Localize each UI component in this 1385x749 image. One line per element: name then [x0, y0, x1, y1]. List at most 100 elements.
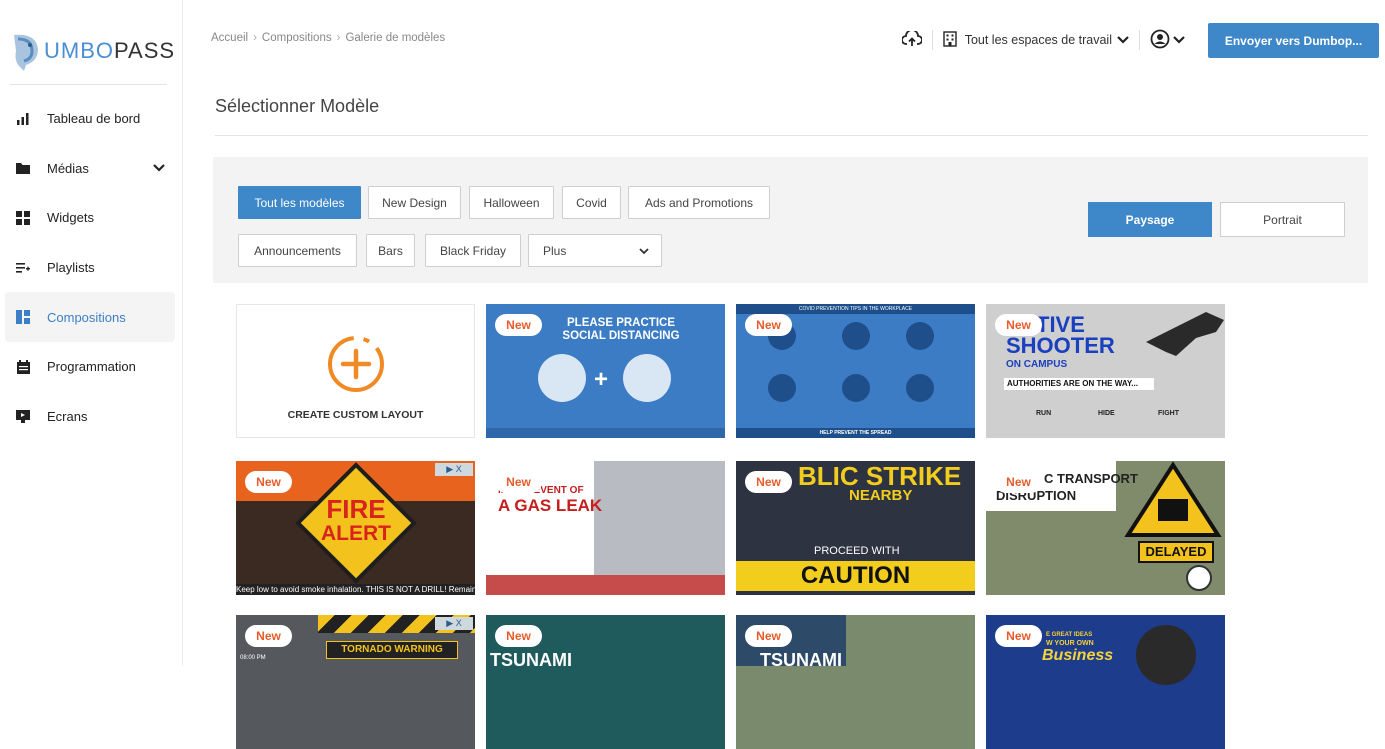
template-own-business[interactable]: New E GREAT IDEAS W YOUR OWN Business: [986, 615, 1225, 749]
divider: [931, 30, 933, 50]
breadcrumb-current: Galerie de modèles: [345, 32, 446, 44]
filter-new-design[interactable]: New Design: [368, 186, 461, 219]
user-avatar-icon[interactable]: [1150, 29, 1170, 52]
sidebar-item-compositions[interactable]: Compositions: [5, 292, 175, 342]
train-warning-icon: [1124, 461, 1222, 539]
template-text: W YOUR OWN: [1046, 640, 1094, 647]
handgun-icon: [1146, 312, 1224, 362]
tip-icon: [842, 374, 870, 402]
sidebar-item-widgets[interactable]: Widgets: [5, 193, 175, 243]
template-heading: BLIC STRIKE: [798, 461, 962, 491]
filter-ads-promotions[interactable]: Ads and Promotions: [628, 186, 770, 219]
building-icon: [942, 30, 957, 50]
breadcrumb-home[interactable]: Accueil: [211, 32, 248, 44]
dumbopass-logo[interactable]: UMBOPASS: [10, 28, 174, 74]
plus-icon: +: [594, 366, 609, 393]
template-heading: Business: [1042, 647, 1114, 664]
bar-chart-icon: [15, 111, 31, 127]
template-heading: A GAS LEAK: [498, 496, 603, 515]
playlist-icon: [15, 260, 31, 276]
sidebar-item-medias[interactable]: Médias: [5, 144, 175, 194]
tip-icon: [906, 374, 934, 402]
tip-icon: [842, 322, 870, 350]
template-tsunami-2[interactable]: New TSUNAMI: [736, 615, 975, 749]
tip-icon: [906, 322, 934, 350]
chevron-down-icon[interactable]: [1173, 33, 1185, 47]
filter-bars[interactable]: Bars: [366, 234, 415, 267]
template-notice: AUTHORITIES ARE ON THE WAY...: [1004, 378, 1154, 390]
new-badge: New: [495, 625, 542, 647]
person-photo: [1136, 625, 1196, 685]
page-title: Sélectionner Modèle: [215, 96, 380, 116]
portrait-button[interactable]: Portrait: [1220, 202, 1345, 237]
sidebar-item-playlists[interactable]: Playlists: [5, 243, 175, 293]
template-fire-alert[interactable]: ▶ X New FIRE ALERT Keep low to avoid smo…: [236, 461, 475, 595]
add-circle-icon: [325, 333, 387, 400]
filter-covid[interactable]: Covid: [562, 186, 621, 219]
sidebar-item-label: Playlists: [47, 260, 95, 276]
template-social-distancing[interactable]: New PLEASE PRACTICE SOCIAL DISTANCING +: [486, 304, 725, 438]
ad-close-icon[interactable]: ▶ X: [435, 617, 473, 630]
filter-panel: Tout les modèles New Design Halloween Co…: [213, 157, 1368, 283]
template-heading: PLEASE PRACTICE: [567, 317, 675, 329]
pipes-image: [594, 461, 725, 575]
sidebar-item-label: Compositions: [47, 309, 126, 325]
new-badge: New: [745, 471, 792, 493]
filter-announcements[interactable]: Announcements: [238, 234, 357, 267]
template-active-shooter[interactable]: New TIVE SHOOTER ON CAMPUS AUTHORITIES A…: [986, 304, 1225, 438]
create-custom-layout-label: CREATE CUSTOM LAYOUT: [287, 409, 424, 421]
breadcrumb-compositions[interactable]: Compositions: [262, 32, 332, 44]
new-badge: New: [995, 625, 1042, 647]
ticker-text: Keep low to avoid smoke inhalation. THIS…: [236, 584, 475, 595]
filter-halloween[interactable]: Halloween: [469, 186, 554, 219]
send-to-dumbopass-button[interactable]: Envoyer vers Dumbop...: [1208, 23, 1379, 58]
new-badge: New: [995, 314, 1042, 336]
create-custom-layout-card[interactable]: CREATE CUSTOM LAYOUT: [236, 304, 475, 438]
tip-icon: [768, 374, 796, 402]
chevron-down-icon[interactable]: [153, 160, 165, 175]
template-tsunami-1[interactable]: New TSUNAMI: [486, 615, 725, 749]
template-heading: TSUNAMI: [760, 650, 842, 670]
divider: [215, 135, 1368, 136]
filter-all-templates[interactable]: Tout les modèles: [238, 186, 361, 219]
template-heading: COVID PREVENTION TIPS IN THE WORKPLACE: [736, 304, 975, 314]
chevron-down-icon: [639, 244, 649, 258]
handwash-icon: [623, 354, 671, 402]
monitor-icon: [15, 408, 31, 424]
template-covid-prevention[interactable]: COVID PREVENTION TIPS IN THE WORKPLACE N…: [736, 304, 975, 438]
sidebar: UMBOPASS Tableau de bord Médias Widgets: [0, 0, 183, 666]
elephant-logo-icon: [10, 31, 42, 71]
template-text: E GREAT IDEAS: [1046, 632, 1093, 638]
ad-close-icon[interactable]: ▶ X: [435, 463, 473, 476]
clock-icon: [1186, 565, 1212, 591]
cloud-upload-icon[interactable]: [900, 28, 923, 50]
workspace-selector[interactable]: Tout les espaces de travail: [965, 33, 1112, 47]
sidebar-item-label: Ecrans: [47, 408, 88, 424]
template-tornado-warning[interactable]: ▶ X New TORNADO WARNING 08:00 PM: [236, 615, 475, 749]
template-public-strike[interactable]: New BLIC STRIKE NEARBY PROCEED WITH CAUT…: [736, 461, 975, 595]
top-header: Accueil › Compositions › Galerie de modèles …: [183, 0, 1385, 80]
people-icon: [538, 354, 586, 402]
brand-name: UMBOPASS: [44, 38, 176, 63]
sidebar-item-label: Programmation: [47, 359, 136, 375]
sidebar-item-ecrans[interactable]: Ecrans: [5, 392, 175, 442]
caution-tape: CAUTION: [736, 561, 975, 591]
template-footer: HELP PREVENT THE SPREAD: [736, 428, 975, 438]
template-transport-disruption[interactable]: New C TRANSPORT DISRUPTION DELAYED: [986, 461, 1225, 595]
calendar-icon: [15, 359, 31, 375]
sidebar-item-programmation[interactable]: Programmation: [5, 342, 175, 392]
breadcrumb: Accueil › Compositions › Galerie de modèles: [211, 32, 446, 44]
layout-icon: [15, 309, 31, 325]
landscape-button[interactable]: Paysage: [1088, 202, 1212, 237]
new-badge: New: [245, 471, 292, 493]
new-badge: New: [995, 471, 1042, 493]
more-filters-select[interactable]: Plus: [528, 234, 662, 267]
sidebar-item-dashboard[interactable]: Tableau de bord: [5, 94, 175, 144]
filter-black-friday[interactable]: Black Friday: [425, 234, 521, 267]
chevron-down-icon[interactable]: [1117, 33, 1129, 47]
new-badge: New: [745, 625, 792, 647]
template-gas-leak[interactable]: New IN THE EVENT OF A GAS LEAK: [486, 461, 725, 595]
template-subheading: NEARBY: [849, 487, 913, 504]
new-badge: New: [245, 625, 292, 647]
sidebar-item-label: Widgets: [47, 210, 94, 226]
